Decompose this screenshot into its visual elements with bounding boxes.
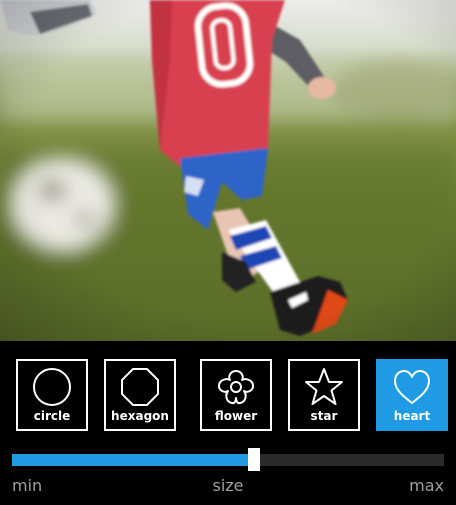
photo-scene bbox=[0, 0, 456, 341]
photo-preview bbox=[0, 0, 456, 341]
shape-label-circle: circle bbox=[33, 409, 71, 423]
shape-label-hexagon: hexagon bbox=[111, 409, 169, 423]
shape-button-star[interactable]: star bbox=[288, 359, 360, 431]
flower-icon bbox=[218, 370, 254, 405]
shape-button-flower[interactable]: flower bbox=[200, 359, 272, 431]
shape-button-heart[interactable]: heart bbox=[376, 359, 448, 431]
slider-max-label: max bbox=[409, 476, 444, 495]
slider-fill bbox=[12, 454, 254, 466]
octagon-icon bbox=[121, 368, 159, 406]
slider-title-label: size bbox=[212, 476, 244, 495]
shape-selector: circle hexagon flower star heart bbox=[16, 359, 448, 431]
slider-thumb[interactable] bbox=[248, 448, 260, 471]
size-slider[interactable] bbox=[12, 447, 444, 471]
shape-label-flower: flower bbox=[214, 409, 258, 423]
shape-button-hexagon[interactable]: hexagon bbox=[104, 359, 176, 431]
heart-icon bbox=[394, 370, 430, 404]
shape-label-heart: heart bbox=[393, 409, 431, 423]
star-icon bbox=[305, 368, 343, 405]
circle-icon bbox=[33, 368, 71, 406]
shape-button-circle[interactable]: circle bbox=[16, 359, 88, 431]
shape-label-star: star bbox=[310, 409, 338, 423]
